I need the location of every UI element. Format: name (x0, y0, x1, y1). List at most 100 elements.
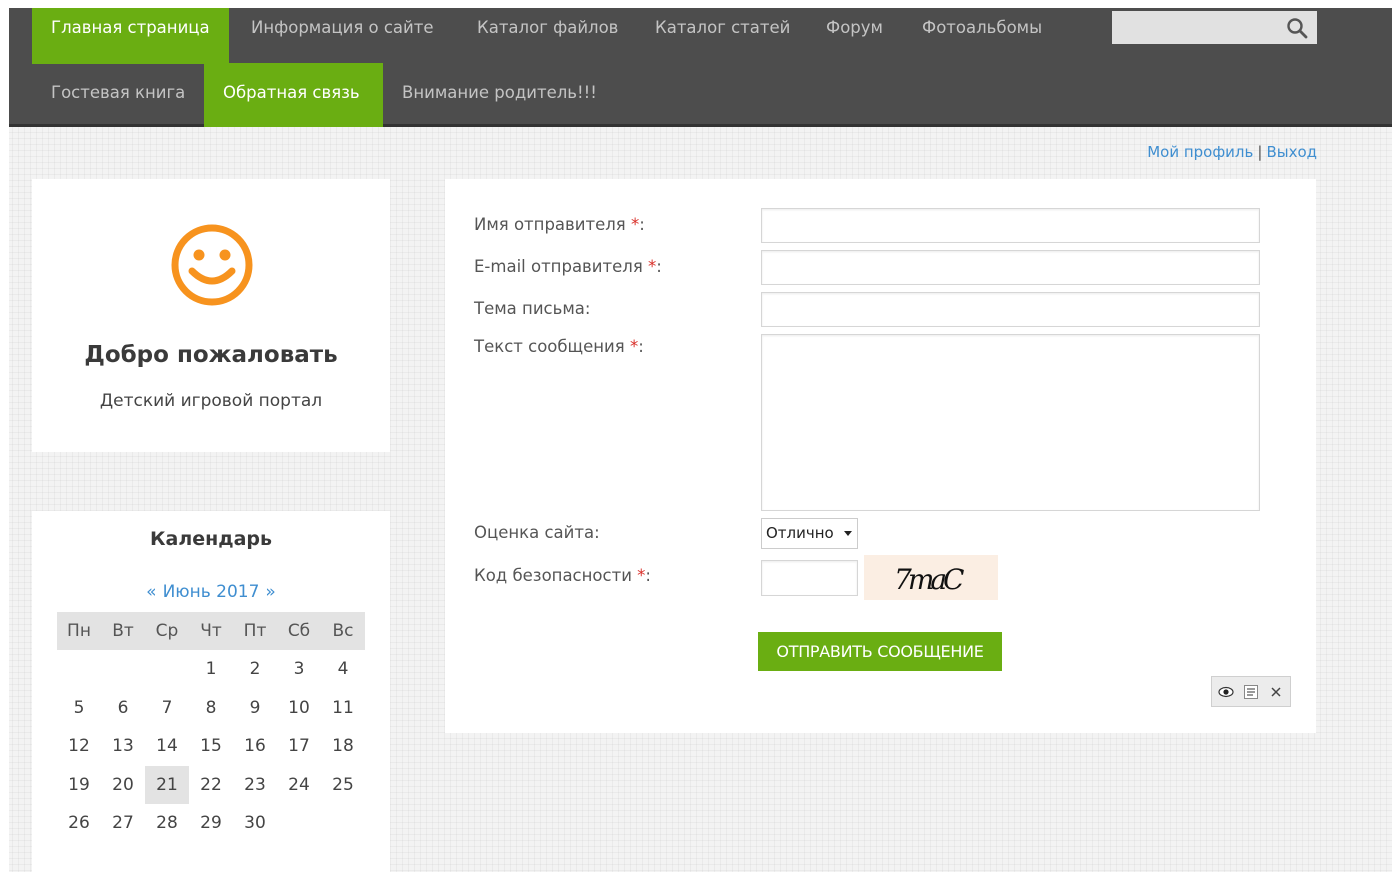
nav-item-forum[interactable]: Форум (807, 8, 902, 64)
captcha-image[interactable]: 7maC (864, 555, 998, 600)
calendar-next-month[interactable]: » (265, 582, 275, 602)
nav-item-guestbook[interactable]: Гостевая книга (32, 63, 204, 127)
form-tools (1211, 676, 1291, 707)
calendar-day[interactable]: 21 (145, 765, 189, 804)
subject-field[interactable] (761, 292, 1260, 327)
weekday-header: Вс (321, 612, 365, 650)
calendar-day[interactable]: 11 (321, 689, 365, 728)
chevron-down-icon (844, 531, 852, 536)
calendar-day[interactable]: 12 (57, 727, 101, 766)
weekday-header: Чт (189, 612, 233, 650)
calendar-day[interactable]: 24 (277, 766, 321, 805)
subject-label: Тема письма: (474, 299, 591, 318)
message-textarea[interactable] (761, 334, 1260, 511)
calendar-day[interactable]: 1 (189, 650, 233, 689)
nav-item-site-info[interactable]: Информация о сайте (232, 8, 453, 64)
calendar-day[interactable]: 6 (101, 689, 145, 728)
sender-email-label: E-mail отправителя *: (474, 257, 662, 276)
captcha-drawing: 7maC (894, 563, 968, 596)
weekday-header: Вт (101, 612, 145, 650)
weekday-header: Сб (277, 612, 321, 650)
calendar-day[interactable]: 17 (277, 727, 321, 766)
nav-item-file-catalog[interactable]: Каталог файлов (458, 8, 637, 64)
calendar-month-nav: « Июнь 2017» (32, 582, 390, 602)
close-icon[interactable] (1268, 684, 1284, 700)
user-links: Мой профиль | Выход (1147, 143, 1317, 161)
calendar-day[interactable]: 18 (321, 727, 365, 766)
calendar-day[interactable]: 15 (189, 727, 233, 766)
weekday-header: Пн (57, 612, 101, 650)
list-icon[interactable] (1243, 684, 1259, 700)
calendar-day[interactable]: 7 (145, 689, 189, 728)
calendar-day[interactable]: 23 (233, 766, 277, 805)
captcha-text: 7maC (894, 563, 964, 596)
welcome-title: Добро пожаловать (84, 342, 338, 368)
calendar-empty-cell (277, 804, 321, 843)
captcha-input[interactable] (761, 560, 858, 596)
top-navigation: Главная страница Информация о сайте Ката… (9, 8, 1392, 127)
calendar-day[interactable]: 25 (321, 766, 365, 805)
nav-item-home[interactable]: Главная страница (32, 8, 229, 64)
my-profile-link[interactable]: Мой профиль (1147, 143, 1253, 161)
nav-item-article-catalog[interactable]: Каталог статей (636, 8, 809, 64)
calendar-prev-month[interactable]: « (146, 582, 156, 602)
calendar-empty-cell (321, 804, 365, 843)
captcha-label: Код безопасности *: (474, 566, 651, 585)
calendar-month-label[interactable]: Июнь 2017 (163, 582, 260, 602)
calendar-day[interactable]: 16 (233, 727, 277, 766)
calendar-week-row: 5 6 7 8 9 10 11 (57, 689, 365, 728)
calendar-day[interactable]: 5 (57, 689, 101, 728)
calendar-week-row: 1234 (57, 650, 365, 689)
search-box (1112, 11, 1317, 44)
submit-message-button[interactable]: ОТПРАВИТЬ СООБЩЕНИЕ (758, 632, 1002, 671)
rating-select[interactable]: Отлично (761, 518, 858, 549)
sender-email-field[interactable] (761, 250, 1260, 285)
calendar-weekday-row: Пн Вт Ср Чт Пт Сб Вс (57, 612, 365, 650)
calendar-day[interactable]: 30 (233, 804, 277, 843)
page-left-margin (0, 0, 9, 872)
calendar-day[interactable]: 20 (101, 766, 145, 805)
sender-name-field[interactable] (761, 208, 1260, 243)
search-input[interactable] (1112, 11, 1282, 44)
welcome-panel: Добро пожаловать Детский игровой портал (32, 179, 390, 452)
calendar-panel: Календарь « Июнь 2017» Пн Вт Ср Чт Пт Сб … (32, 511, 390, 872)
calendar-day[interactable]: 28 (145, 804, 189, 843)
rating-selected-value: Отлично (766, 524, 834, 542)
calendar-day[interactable]: 2 (233, 650, 277, 689)
page-top-margin (0, 0, 1392, 8)
calendar-day[interactable]: 8 (189, 689, 233, 728)
calendar-day[interactable]: 13 (101, 727, 145, 766)
calendar-week-row: 26 27 28 29 30 (57, 804, 365, 843)
sender-name-label: Имя отправителя *: (474, 215, 645, 234)
calendar-day[interactable]: 27 (101, 804, 145, 843)
calendar-day[interactable]: 3 (277, 650, 321, 689)
calendar-empty-cell (101, 650, 145, 689)
calendar-day[interactable]: 10 (277, 689, 321, 728)
rating-label: Оценка сайта: (474, 523, 600, 542)
calendar-title: Календарь (149, 528, 273, 550)
calendar-day[interactable]: 26 (57, 804, 101, 843)
eye-icon[interactable] (1218, 684, 1234, 700)
calendar-day[interactable]: 29 (189, 804, 233, 843)
calendar-day[interactable]: 19 (57, 766, 101, 805)
nav-item-parents-attention[interactable]: Внимание родитель!!! (383, 63, 616, 127)
nav-item-photo-albums[interactable]: Фотоальбомы (903, 8, 1061, 64)
smiley-icon (171, 224, 253, 306)
weekday-header: Пт (233, 612, 277, 650)
feedback-form: Имя отправителя *: E-mail отправителя *:… (445, 179, 1316, 733)
search-icon[interactable] (1286, 17, 1308, 39)
weekday-header: Ср (145, 612, 189, 650)
logout-link[interactable]: Выход (1266, 143, 1317, 161)
calendar-empty-cell (57, 650, 101, 689)
calendar-week-row: 19 20 21 22 23 24 25 (57, 765, 365, 805)
message-label: Текст сообщения *: (474, 337, 644, 356)
calendar-day[interactable]: 9 (233, 689, 277, 728)
calendar-empty-cell (145, 650, 189, 689)
calendar-day[interactable]: 14 (145, 727, 189, 766)
calendar-day[interactable]: 22 (189, 766, 233, 805)
calendar-grid: Пн Вт Ср Чт Пт Сб Вс 1 2 3 4 5 6 7 8 9 10 11 12 13 14… (57, 612, 365, 843)
nav-item-feedback[interactable]: Обратная связь (204, 63, 383, 127)
calendar-week-row: 12 13 14 15 16 17 18 (57, 727, 365, 766)
calendar-day[interactable]: 4 (321, 650, 365, 689)
user-links-separator: | (1257, 143, 1263, 161)
